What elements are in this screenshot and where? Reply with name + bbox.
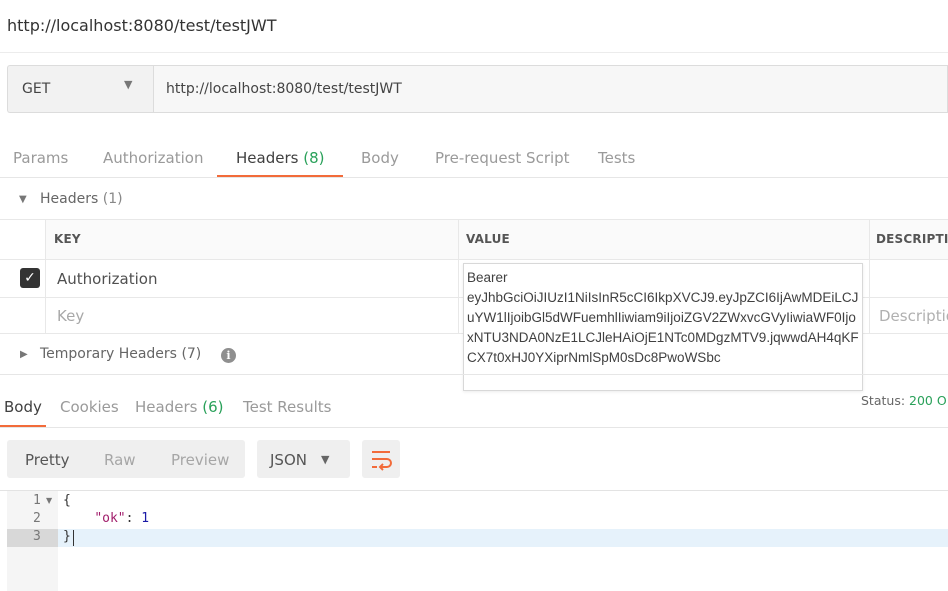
divider <box>0 177 948 178</box>
caret-right-icon[interactable]: ▶ <box>20 349 28 360</box>
table-border <box>0 219 948 220</box>
temporary-headers-label: Temporary Headers <box>40 346 177 362</box>
view-raw-button[interactable]: Raw <box>104 451 136 469</box>
json-separator: : <box>125 511 142 526</box>
response-tab-headers[interactable]: Headers (6) <box>135 398 223 416</box>
response-tab-body[interactable]: Body <box>4 398 42 416</box>
json-key: "ok" <box>94 511 126 526</box>
chevron-down-icon: ▼ <box>124 78 133 91</box>
caret-down-icon[interactable]: ▼ <box>19 194 27 205</box>
tab-body[interactable]: Body <box>361 149 399 167</box>
info-icon[interactable]: i <box>221 348 236 363</box>
response-status: Status: 200 O <box>861 393 947 408</box>
format-label: JSON <box>270 451 307 469</box>
tab-authorization[interactable]: Authorization <box>103 149 203 167</box>
url-value: http://localhost:8080/test/testJWT <box>166 81 402 97</box>
code-line[interactable]: "ok": 1 <box>63 511 149 526</box>
line-number: 3 <box>33 529 41 544</box>
status-label: Status: <box>861 393 906 408</box>
divider <box>0 374 948 375</box>
divider <box>0 52 948 53</box>
table-border <box>0 259 948 260</box>
active-line-highlight <box>58 529 948 547</box>
column-header-description: DESCRIPTIO <box>876 232 948 246</box>
temporary-headers-toggle[interactable]: Temporary Headers (7) <box>40 346 201 362</box>
code-line[interactable]: } <box>63 529 71 544</box>
code-line[interactable]: { <box>63 493 71 508</box>
line-number: 1 <box>33 493 41 508</box>
row-enabled-checkbox[interactable]: ✓ <box>20 268 40 288</box>
header-key-cell[interactable]: Authorization <box>57 270 157 288</box>
new-key-input[interactable]: Key <box>57 307 84 325</box>
text-cursor <box>73 530 74 546</box>
view-preview-button[interactable]: Preview <box>171 451 229 469</box>
tab-headers-label: Headers <box>236 149 299 167</box>
response-tab-headers-count: (6) <box>202 398 224 416</box>
column-header-key: KEY <box>54 232 81 246</box>
column-header-value: VALUE <box>466 232 510 246</box>
table-border <box>869 219 870 333</box>
tab-headers-count: (8) <box>303 149 325 167</box>
response-tab-headers-label: Headers <box>135 398 198 416</box>
tab-tests[interactable]: Tests <box>598 149 635 167</box>
headers-section-label: Headers <box>40 191 99 207</box>
chevron-down-icon: ▼ <box>321 453 330 466</box>
divider <box>0 427 948 428</box>
wrap-lines-button[interactable] <box>362 440 400 478</box>
response-tab-test-results[interactable]: Test Results <box>243 398 331 416</box>
fold-toggle-icon[interactable]: ▼ <box>46 496 52 505</box>
request-title: http://localhost:8080/test/testJWT <box>7 16 277 35</box>
tab-pre-request-script[interactable]: Pre-request Script <box>435 149 570 167</box>
table-border <box>45 219 46 333</box>
status-code: 200 O <box>909 393 947 408</box>
header-value-text[interactable]: Bearer eyJhbGciOiJIUzI1NiIsInR5cCI6IkpXV… <box>467 268 859 368</box>
line-number: 2 <box>33 511 41 526</box>
json-value: 1 <box>141 511 150 526</box>
temporary-headers-count: (7) <box>181 346 202 362</box>
response-tab-cookies[interactable]: Cookies <box>60 398 119 416</box>
view-pretty-button[interactable]: Pretty <box>25 451 70 469</box>
new-description-input[interactable]: Descriptio <box>879 307 948 325</box>
check-icon: ✓ <box>24 270 36 286</box>
method-label: GET <box>22 81 51 97</box>
divider <box>0 490 948 491</box>
headers-section-toggle[interactable]: Headers (1) <box>40 191 123 207</box>
tab-headers[interactable]: Headers (8) <box>236 149 324 167</box>
table-border <box>458 219 459 333</box>
wrap-lines-icon <box>372 451 392 471</box>
tab-params[interactable]: Params <box>13 149 68 167</box>
headers-section-count: (1) <box>102 191 123 207</box>
